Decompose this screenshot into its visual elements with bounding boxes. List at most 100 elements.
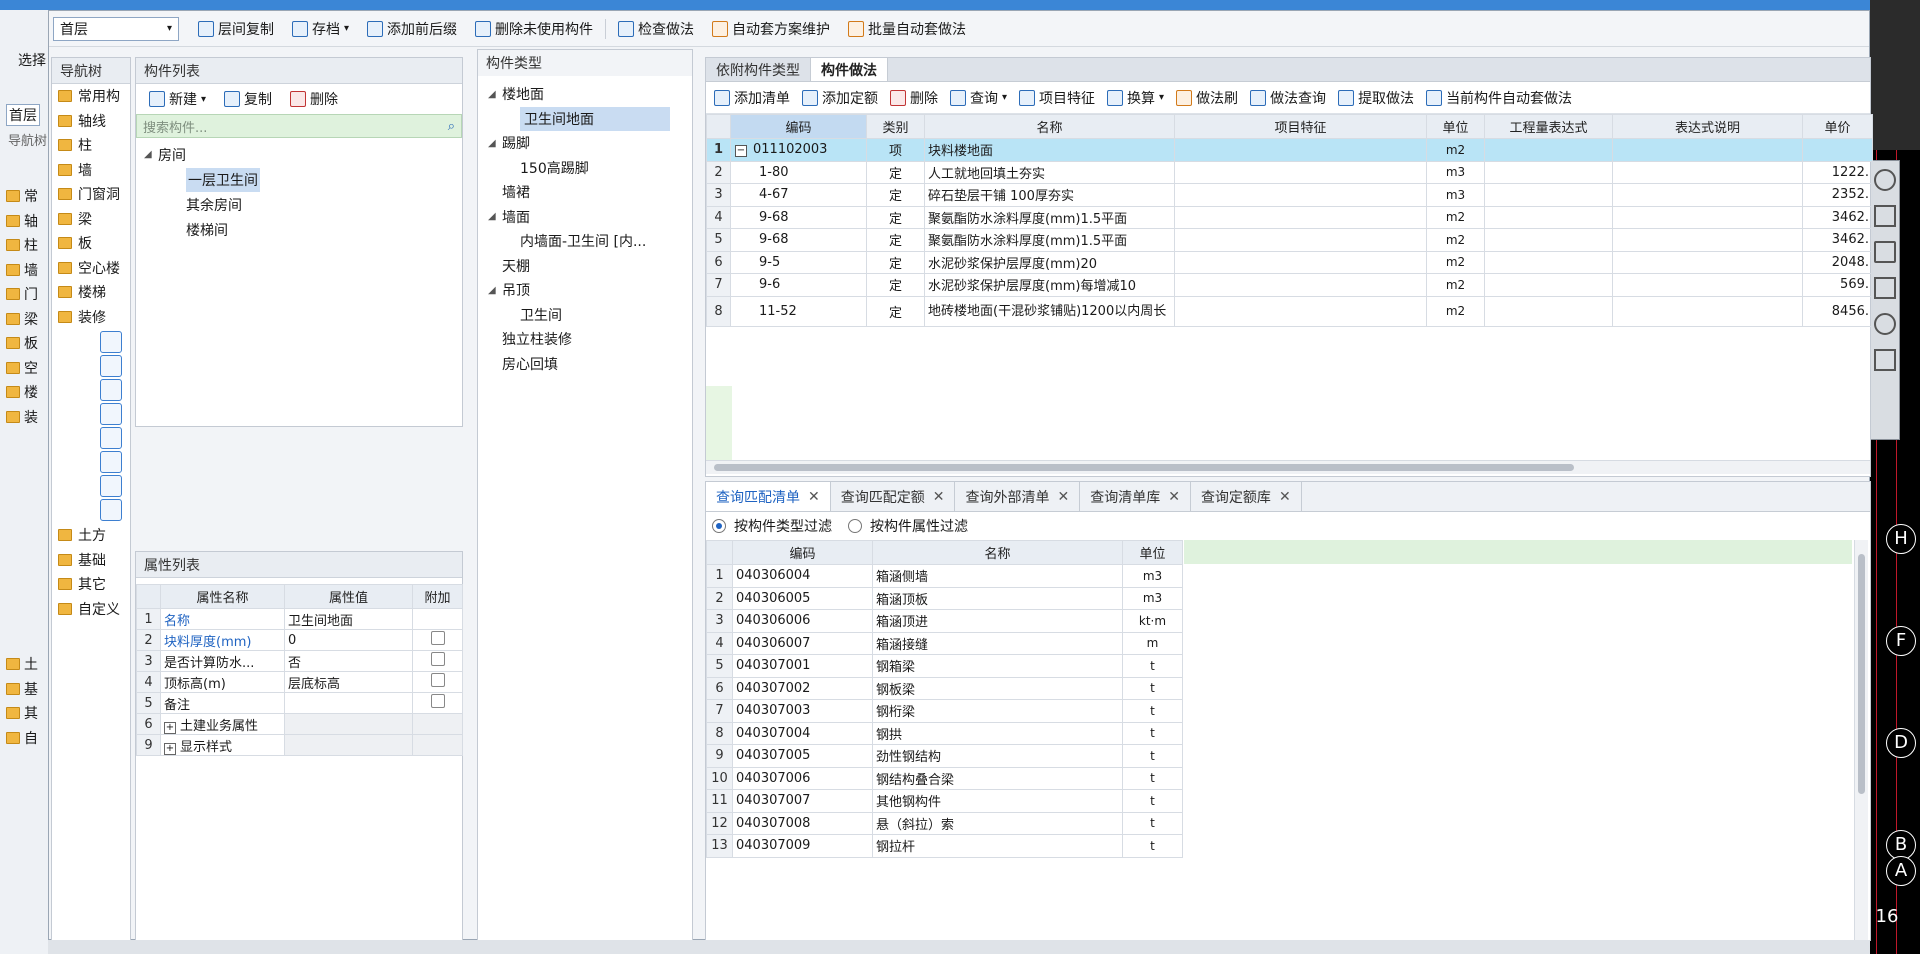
unit-cell[interactable]: m2: [1426, 205, 1485, 229]
expression-note-cell[interactable]: [1612, 183, 1803, 207]
name-cell[interactable]: 钢拉杆: [872, 834, 1123, 858]
unit-cell[interactable]: t: [1122, 699, 1183, 723]
feature-cell[interactable]: [1174, 138, 1427, 162]
method-action-button[interactable]: 提取做法: [1332, 84, 1420, 112]
unit-cell[interactable]: m2: [1426, 228, 1485, 252]
name-cell[interactable]: 聚氨酯防水涂料厚度(mm)1.5平面: [924, 228, 1175, 252]
extra-checkbox[interactable]: [430, 631, 445, 645]
name-cell[interactable]: 箱涵顶板: [872, 586, 1123, 610]
query-row[interactable]: 13 040307009 钢拉杆 t: [706, 834, 1183, 858]
decoration-subtype-icon[interactable]: [100, 499, 122, 521]
nav-item[interactable]: 楼梯: [52, 280, 130, 305]
type-tree-node[interactable]: 墙裙: [488, 180, 692, 205]
method-row[interactable]: 4 9-68 定聚氨酯防水涂料厚度(mm)1.5平面 m2 3462.: [706, 205, 1873, 229]
code-cell[interactable]: 9-5: [730, 250, 867, 274]
expand-icon[interactable]: +: [164, 721, 176, 734]
type-tree-node[interactable]: ◢ 墙面: [488, 205, 692, 230]
price-cell[interactable]: 3462.: [1802, 228, 1873, 252]
name-cell[interactable]: 钢桁梁: [872, 699, 1123, 723]
extra-checkbox[interactable]: [430, 673, 445, 687]
query-tab[interactable]: 查询匹配定额 ✕: [831, 482, 956, 511]
method-action-button[interactable]: 项目特征: [1013, 84, 1101, 112]
query-tab[interactable]: 查询定额库 ✕: [1191, 482, 1302, 511]
query-row[interactable]: 4 040306007 箱涵接缝 m: [706, 631, 1183, 655]
expression-cell[interactable]: [1484, 160, 1613, 184]
query-row[interactable]: 8 040307004 钢拱 t: [706, 721, 1183, 745]
close-icon[interactable]: ✕: [1168, 489, 1180, 505]
query-row[interactable]: 3 040306006 箱涵顶进 kt·m: [706, 609, 1183, 633]
price-cell[interactable]: 3462.: [1802, 205, 1873, 229]
floor-combo-bg[interactable]: 首层: [6, 104, 40, 126]
type-tree-node[interactable]: ◢ 吊顶: [488, 278, 692, 303]
property-row[interactable]: 2 块料厚度(mm) 0: [136, 629, 463, 651]
unit-cell[interactable]: m3: [1426, 183, 1485, 207]
delete-button[interactable]: 删除: [281, 85, 347, 113]
decoration-subtype-icon[interactable]: [100, 475, 122, 497]
type-tree-node[interactable]: ◢ 楼地面: [488, 82, 692, 107]
price-cell[interactable]: 569.: [1802, 273, 1873, 297]
top-view-icon[interactable]: [1874, 241, 1896, 263]
scroll-thumb[interactable]: [714, 464, 1574, 471]
code-cell[interactable]: 040306004: [732, 564, 873, 588]
expand-icon[interactable]: +: [164, 742, 176, 755]
name-cell[interactable]: 钢结构叠合梁: [872, 766, 1123, 790]
decoration-subtype-icon[interactable]: [100, 403, 122, 425]
query-tab[interactable]: 查询匹配清单 ✕: [706, 482, 831, 511]
unit-cell[interactable]: m2: [1426, 295, 1485, 327]
nav-item[interactable]: 基础: [52, 548, 130, 573]
unit-cell[interactable]: m: [1122, 631, 1183, 655]
property-value[interactable]: 0: [284, 629, 413, 651]
property-row[interactable]: 5 备注: [136, 692, 463, 714]
type-cell[interactable]: 项: [866, 138, 925, 162]
price-cell[interactable]: [1802, 138, 1873, 162]
nav-item[interactable]: 柱: [52, 133, 130, 158]
unit-cell[interactable]: t: [1122, 811, 1183, 835]
expression-cell[interactable]: [1484, 183, 1613, 207]
decoration-subtype-icon[interactable]: [100, 451, 122, 473]
unit-cell[interactable]: t: [1122, 721, 1183, 745]
feature-cell[interactable]: [1174, 295, 1427, 327]
name-cell[interactable]: 箱涵接缝: [872, 631, 1123, 655]
filter-by-type-radio[interactable]: [712, 519, 726, 533]
unit-cell[interactable]: m3: [1426, 160, 1485, 184]
nav-item[interactable]: 空心楼: [52, 256, 130, 281]
orbit-icon[interactable]: [1874, 169, 1896, 191]
code-cell[interactable]: 4-67: [730, 183, 867, 207]
query-row[interactable]: 12 040307008 悬（斜拉）索 t: [706, 811, 1183, 835]
name-cell[interactable]: 聚氨酯防水涂料厚度(mm)1.5平面: [924, 205, 1175, 229]
nav-item[interactable]: 轴线: [52, 109, 130, 134]
expression-note-cell[interactable]: [1612, 273, 1803, 297]
unit-cell[interactable]: m2: [1426, 138, 1485, 162]
expression-cell[interactable]: [1484, 228, 1613, 252]
unit-cell[interactable]: m2: [1426, 273, 1485, 297]
query-row[interactable]: 10 040307006 钢结构叠合梁 t: [706, 766, 1183, 790]
unit-cell[interactable]: t: [1122, 744, 1183, 768]
nav-item[interactable]: 其它: [52, 572, 130, 597]
tree-node-room[interactable]: ◢ 房间: [144, 142, 462, 167]
nav-item[interactable]: 装修: [52, 305, 130, 330]
method-action-button[interactable]: 做法查询: [1244, 84, 1332, 112]
decoration-subtype-icon[interactable]: [100, 379, 122, 401]
unit-cell[interactable]: t: [1122, 789, 1183, 813]
property-row[interactable]: 3 是否计算防水... 否: [136, 650, 463, 672]
type-cell[interactable]: 定: [866, 295, 925, 327]
expression-cell[interactable]: [1484, 295, 1613, 327]
query-row[interactable]: 2 040306005 箱涵顶板 m3: [706, 586, 1183, 610]
unit-cell[interactable]: kt·m: [1122, 609, 1183, 633]
code-cell[interactable]: 9-6: [730, 273, 867, 297]
expression-cell[interactable]: [1484, 205, 1613, 229]
type-tree-node[interactable]: 卫生间: [488, 303, 692, 328]
unit-cell[interactable]: m3: [1122, 564, 1183, 588]
unit-cell[interactable]: m2: [1426, 250, 1485, 274]
copy-button[interactable]: 复制: [215, 85, 281, 113]
close-icon[interactable]: ✕: [1279, 489, 1291, 505]
expression-note-cell[interactable]: [1612, 295, 1803, 327]
method-action-button[interactable]: 删除: [884, 84, 944, 112]
code-cell[interactable]: 040307008: [732, 811, 873, 835]
method-row[interactable]: 2 1-80 定人工就地回填土夯实 m3 1222.: [706, 160, 1873, 184]
feature-cell[interactable]: [1174, 160, 1427, 184]
expression-cell[interactable]: [1484, 250, 1613, 274]
property-value[interactable]: 层底标高: [284, 671, 413, 693]
batch-auto-button[interactable]: 批量自动套做法: [839, 15, 975, 43]
method-row[interactable]: 6 9-5 定水泥砂浆保护层厚度(mm)20 m2 2048.: [706, 250, 1873, 274]
